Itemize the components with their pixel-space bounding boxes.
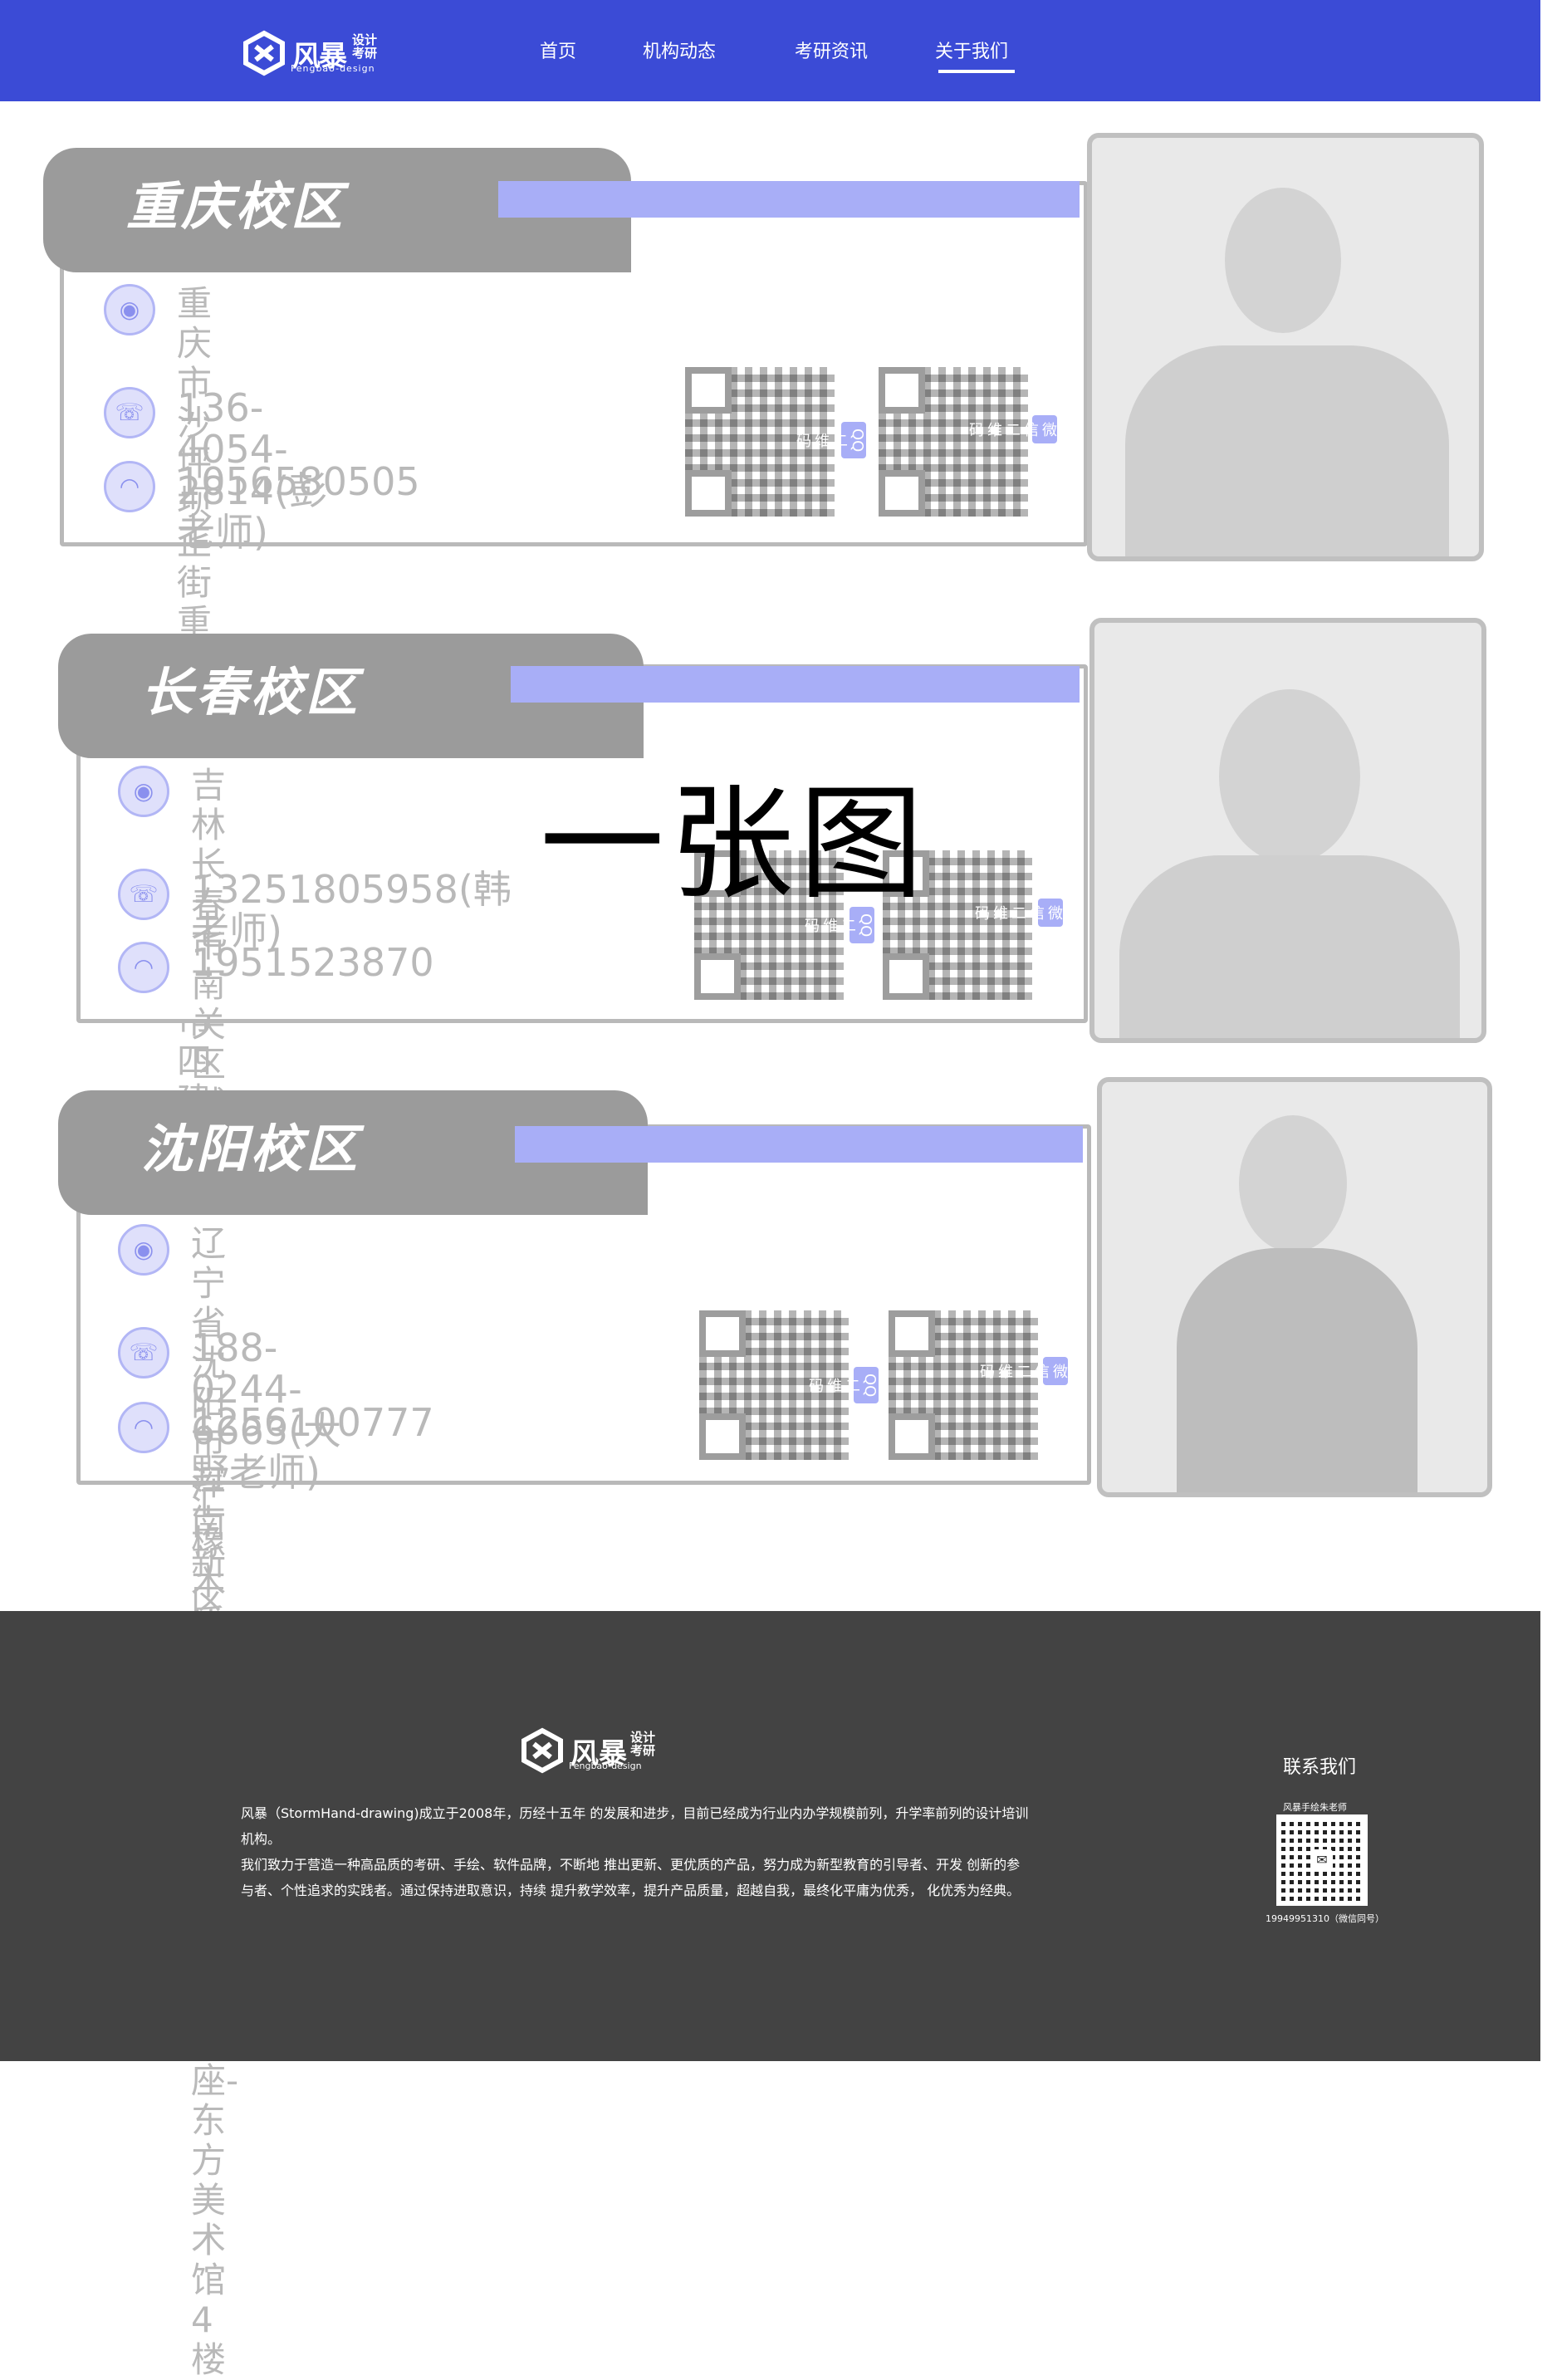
qq-qr-label: QQ二维码 (794, 422, 866, 459)
footer-paragraph-2: 我们致力于营造一种高品质的考研、手绘、软件品牌，不断地 推出更新、更优质的产品，… (241, 1857, 1021, 1898)
campus-name: 长春校区 (141, 662, 361, 722)
teacher-photo-body (1119, 855, 1460, 1038)
qq-number[interactable]: 1056580505 (177, 461, 420, 502)
teacher-photo-body (1177, 1248, 1417, 1492)
footer-paragraph-1: 风暴（StormHand-drawing)成立于2008年，历经十五年 的发展和… (241, 1805, 1029, 1847)
teacher-photo (1089, 618, 1486, 1043)
title-accent-stripe (511, 666, 1080, 703)
nav-news[interactable]: 机构动态 (643, 37, 716, 63)
location-pin-icon: ◉ (118, 1224, 169, 1276)
qq-qr-label: QQ二维码 (806, 1367, 879, 1404)
site-logo[interactable]: 风暴 设计考研 Fengbao-design (241, 30, 382, 76)
wechat-qr-label: 微信二维码 (972, 899, 1063, 927)
nav-active-indicator (938, 70, 1015, 73)
wechat-qr-code (879, 367, 1028, 517)
wechat-icon: ✉ (1311, 1849, 1333, 1871)
qq-row: ◠ 1951523870 (118, 942, 434, 993)
footer-logo-subtitle: Fengbao-design (569, 1761, 642, 1771)
qr-phone-number: 19949951310（微信同号） (1266, 1913, 1384, 1924)
overlay-caption: 一张图 (540, 772, 929, 917)
qq-penguin-icon: ◠ (104, 461, 155, 512)
qq-penguin-icon: ◠ (118, 1402, 169, 1453)
location-pin-icon: ◉ (104, 284, 155, 335)
wechat-qr-code (889, 1310, 1038, 1460)
teacher-photo-head (1239, 1115, 1347, 1252)
teacher-photo-head (1225, 188, 1341, 333)
footer-logo[interactable]: 风暴 设计考研 Fengbao-design (519, 1727, 660, 1774)
footer-logo-tag: 设计考研 (630, 1730, 656, 1758)
teacher-photo (1087, 133, 1484, 561)
logo-subtitle: Fengbao-design (291, 63, 375, 74)
qq-number[interactable]: 1951523870 (191, 942, 434, 983)
phone-row: ☏ 13251805958(韩老师) (118, 869, 512, 952)
wechat-qr-label: 微信二维码 (977, 1357, 1068, 1385)
wechat-qr-label: 微信二维码 (967, 415, 1057, 443)
footer-about-text: 风暴（StormHand-drawing)成立于2008年，历经十五年 的发展和… (241, 1800, 1030, 1903)
phone-icon: ☏ (118, 869, 169, 920)
teacher-photo-body (1125, 345, 1449, 556)
phone-text[interactable]: 13251805958(韩老师) (191, 869, 512, 952)
top-nav-bar: 风暴 设计考研 Fengbao-design 首页 机构动态 考研资讯 关于我们 (0, 0, 1540, 101)
qq-number[interactable]: 1256100777 (191, 1402, 434, 1443)
site-footer: 风暴 设计考研 Fengbao-design 风暴（StormHand-draw… (0, 1611, 1540, 2061)
location-pin-icon: ◉ (118, 766, 169, 817)
title-accent-stripe (498, 181, 1080, 218)
contact-heading: 联系我们 (1283, 1757, 1357, 1778)
campus-name: 重庆校区 (126, 176, 346, 237)
qq-row: ◠ 1056580505 (104, 461, 420, 512)
title-accent-stripe (515, 1126, 1083, 1163)
nav-home[interactable]: 首页 (540, 37, 576, 63)
qq-row: ◠ 1256100777 (118, 1402, 434, 1453)
qr-caption: 风暴手绘朱老师 (1283, 1802, 1347, 1813)
logo-mark-icon (243, 30, 285, 76)
logo-tag: 设计考研 (352, 32, 378, 61)
campus-name: 沈阳校区 (141, 1119, 361, 1179)
address-line-2: C座-东方美术馆4楼 (191, 2021, 239, 2380)
teacher-photo (1097, 1077, 1492, 1497)
phone-icon: ☏ (118, 1327, 169, 1379)
phone-icon: ☏ (104, 387, 155, 438)
nav-exam-info[interactable]: 考研资讯 (795, 37, 868, 63)
nav-about[interactable]: 关于我们 (935, 37, 1008, 63)
logo-mark-icon (521, 1727, 563, 1774)
qq-penguin-icon: ◠ (118, 942, 169, 993)
teacher-photo-head (1219, 689, 1360, 864)
wechat-contact-qr-code: ✉ (1276, 1814, 1368, 1906)
